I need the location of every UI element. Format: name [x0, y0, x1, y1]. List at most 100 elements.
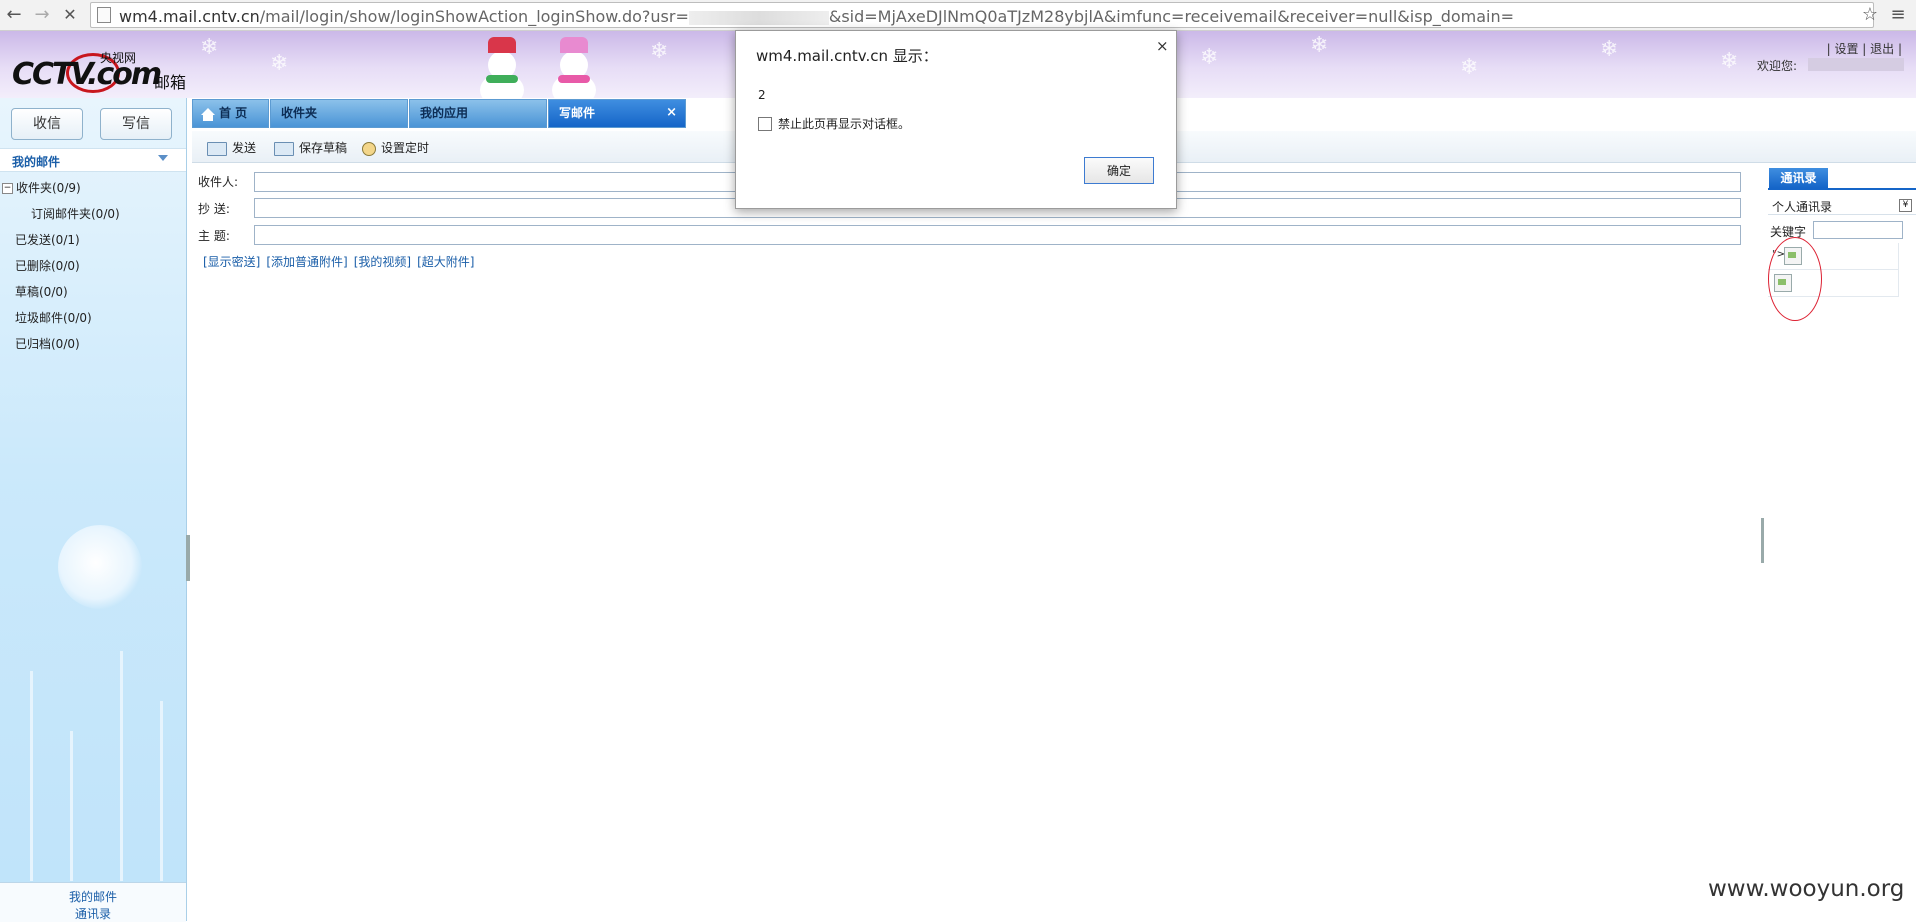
cc-label: 抄 送:	[198, 202, 230, 216]
subject-field[interactable]	[254, 225, 1741, 245]
cctv-logo[interactable]: CCTV.com 央视网 邮箱	[12, 49, 187, 93]
logo-text: CCTV.com	[12, 57, 162, 92]
folder-label: 订阅邮件夹(0/0)	[31, 207, 120, 221]
folder-label: 垃圾邮件(0/0)	[15, 311, 92, 325]
add-attachment-link[interactable]: [添加普通附件]	[266, 255, 347, 269]
large-attachment-link[interactable]: [超大附件]	[417, 255, 474, 269]
top-links[interactable]: | 设置 | 退出 |	[1827, 40, 1902, 57]
save-draft-label: 保存草稿	[299, 141, 348, 155]
schedule-label: 设置定时	[381, 141, 430, 155]
snowflake-icon: ❄	[1720, 49, 1739, 74]
collapse-icon[interactable]: −	[2, 183, 13, 194]
folder-archived[interactable]: 已归档(0/0)	[15, 335, 80, 352]
browser-toolbar: ← → ✕ wm4.mail.cntv.cn/mail/login/show/l…	[0, 0, 1916, 31]
home-icon	[201, 108, 215, 121]
url-host: wm4.mail.cntv.cn	[119, 7, 260, 26]
address-book-divider	[1768, 188, 1916, 190]
footer-contacts[interactable]: 通讯录	[0, 905, 186, 922]
compose-button[interactable]: 写信	[100, 108, 172, 140]
folder-label: 草稿(0/0)	[15, 285, 68, 299]
draft-icon	[274, 141, 294, 156]
close-icon[interactable]: ×	[666, 99, 677, 126]
snowman-icon	[548, 37, 600, 98]
send-button[interactable]: 发送	[207, 139, 256, 156]
dialog-message: 2	[758, 88, 766, 102]
snowman-icon	[476, 37, 528, 98]
folder-deleted[interactable]: 已删除(0/0)	[15, 257, 80, 274]
folder-subscriptions[interactable]: 订阅邮件夹(0/0)	[31, 205, 120, 222]
address-book-tab[interactable]: 通讯录	[1769, 168, 1828, 188]
folder-label: 已删除(0/0)	[15, 259, 80, 273]
snowflake-icon: ❄	[1600, 37, 1619, 62]
my-video-link[interactable]: [我的视频]	[354, 255, 411, 269]
suppress-dialogs-label[interactable]: 禁止此页再显示对话框。	[778, 115, 910, 132]
tab-apps[interactable]: 我的应用	[409, 99, 547, 128]
to-label: 收件人:	[198, 175, 239, 189]
suppress-dialogs-checkbox[interactable]	[758, 117, 772, 131]
folder-label: 已发送(0/1)	[15, 233, 80, 247]
tree-decoration	[160, 701, 163, 881]
close-icon[interactable]: ×	[1156, 37, 1169, 55]
show-bcc-link[interactable]: [显示密送]	[203, 255, 260, 269]
send-label: 发送	[232, 141, 257, 155]
bookmark-star-icon[interactable]: ☆	[1858, 3, 1882, 27]
forward-icon[interactable]: →	[30, 3, 54, 27]
chevron-down-icon	[158, 155, 168, 161]
url-redacted	[688, 10, 829, 25]
folder-sent[interactable]: 已发送(0/1)	[15, 231, 80, 248]
tab-home[interactable]: 首 页	[192, 99, 269, 128]
tab-label: 收件夹	[281, 106, 318, 120]
tab-label: 首 页	[219, 106, 248, 120]
menu-icon[interactable]: ≡	[1886, 3, 1910, 27]
folder-spam[interactable]: 垃圾邮件(0/0)	[15, 309, 92, 326]
snowflake-icon: ❄	[650, 39, 669, 64]
snowflake-icon: ❄	[270, 51, 289, 76]
tab-compose[interactable]: 写邮件 ×	[548, 99, 686, 128]
snowflake-icon: ❄	[1310, 33, 1329, 58]
save-draft-button[interactable]: 保存草稿	[274, 139, 347, 156]
address-book-select[interactable]: 个人通讯录 ¥	[1768, 196, 1916, 215]
snowflake-icon: ❄	[1200, 45, 1219, 70]
alert-dialog: wm4.mail.cntv.cn 显示： × 2 禁止此页再显示对话框。 确定	[735, 30, 1177, 209]
tree-decoration	[70, 731, 73, 881]
right-panel-splitter[interactable]	[1761, 518, 1764, 563]
compose-links: [显示密送] [添加普通附件] [我的视频] [超大附件]	[203, 253, 481, 270]
subject-label: 主 题:	[198, 229, 230, 243]
ok-button[interactable]: 确定	[1084, 157, 1154, 184]
watermark: www.wooyun.org	[1708, 876, 1905, 902]
snowflake-icon: ❄	[1460, 55, 1479, 80]
page-icon	[97, 7, 111, 23]
tab-inbox[interactable]: 收件夹	[270, 99, 408, 128]
envelope-icon	[207, 141, 227, 156]
url-path-before: /mail/login/show/loginShowAction_loginSh…	[259, 7, 689, 26]
dialog-title: wm4.mail.cntv.cn 显示：	[756, 47, 938, 65]
schedule-button[interactable]: 设置定时	[362, 139, 429, 156]
tab-label: 我的应用	[420, 106, 469, 120]
logo-mail: 邮箱	[154, 73, 187, 92]
footer-my-mail[interactable]: 我的邮件	[0, 888, 186, 905]
back-icon[interactable]: ←	[2, 3, 26, 27]
tab-label: 写邮件	[559, 106, 596, 120]
select-value: 个人通讯录	[1772, 200, 1833, 214]
welcome-text: 欢迎您:	[1757, 59, 1798, 73]
receive-button[interactable]: 收信	[11, 108, 83, 140]
url-path-after: &sid=MjAxeDJlNmQ0aTJzM28ybjlA&imfunc=rec…	[828, 7, 1515, 26]
sidebar-footer: 我的邮件 通讯录	[0, 882, 186, 922]
keyword-input[interactable]	[1813, 221, 1903, 239]
sidebar: 收信 写信 我的邮件 − 收件夹(0/9) 订阅邮件夹(0/0) 已发送(0/1)…	[0, 98, 187, 922]
folder-label: 收件夹(0/9)	[16, 181, 81, 195]
my-mail-header[interactable]: 我的邮件	[0, 148, 186, 172]
folder-drafts[interactable]: 草稿(0/0)	[15, 283, 68, 300]
clock-icon	[362, 141, 376, 156]
tree-decoration	[30, 671, 33, 881]
chevron-down-icon[interactable]: ¥	[1899, 199, 1912, 212]
username-redacted	[1808, 58, 1904, 71]
my-mail-label: 我的邮件	[12, 155, 61, 169]
folder-inbox[interactable]: − 收件夹(0/9)	[2, 179, 81, 196]
sidebar-splitter[interactable]	[186, 535, 190, 581]
url-text: wm4.mail.cntv.cn/mail/login/show/loginSh…	[119, 7, 1514, 26]
tree-decoration	[120, 651, 123, 881]
stop-icon[interactable]: ✕	[58, 3, 82, 27]
address-bar[interactable]: wm4.mail.cntv.cn/mail/login/show/loginSh…	[90, 2, 1874, 28]
moon-decoration	[58, 525, 142, 609]
